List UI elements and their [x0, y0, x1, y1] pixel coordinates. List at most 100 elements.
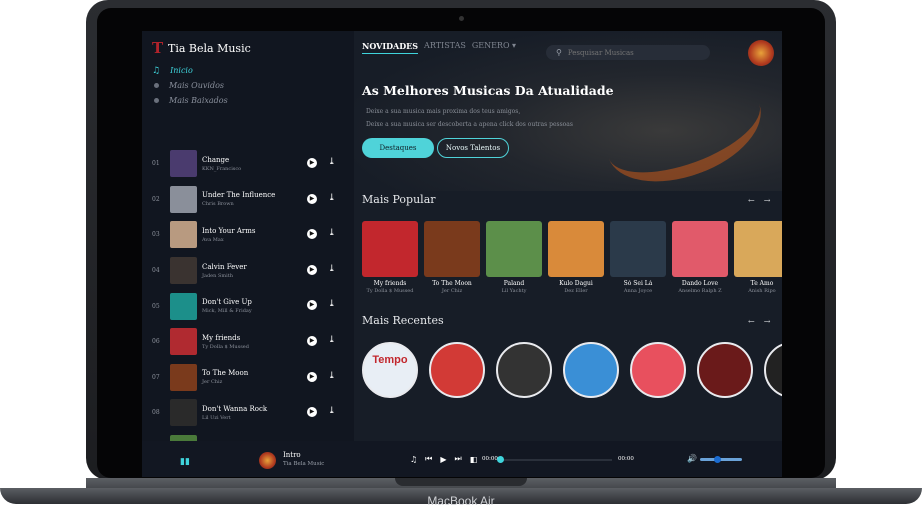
destaques-button[interactable]: Destaques	[362, 138, 434, 158]
play-icon[interactable]: ▶	[307, 264, 317, 275]
album-cover	[424, 221, 480, 277]
download-icon[interactable]: ⤓	[328, 406, 336, 416]
app-window: T Tia Bela Music ♫ Inicio Mais Ouvidos M…	[142, 31, 782, 477]
recent-album-circle[interactable]: Tempo	[362, 342, 418, 398]
track-cover	[170, 328, 197, 356]
album-name: Kulo Dagui	[559, 280, 593, 287]
track-row[interactable]: 03 Into Your Arms Ava Max ▶ ⤓	[152, 217, 352, 253]
track-row[interactable]: 01 Change KKN_Francisco ▶ ⤓	[152, 146, 352, 182]
section-title-popular: Mais Popular	[362, 193, 436, 206]
recent-album-circle[interactable]	[630, 342, 686, 398]
album-artist: Ty Dolla $ Mussed	[366, 288, 414, 294]
track-cover	[170, 363, 197, 391]
track-title: Into Your Arms	[202, 226, 256, 235]
sidebar: T Tia Bela Music ♫ Inicio Mais Ouvidos M…	[142, 31, 354, 463]
equalizer-icon[interactable]: ▮▮	[180, 457, 190, 467]
play-icon[interactable]: ▶	[307, 371, 317, 382]
recent-album-circle[interactable]	[429, 342, 485, 398]
nav-item-inicio[interactable]: ♫ Inicio	[152, 63, 228, 78]
album-name: To The Moon	[432, 280, 472, 287]
track-cover	[170, 257, 197, 285]
play-icon[interactable]: ▶	[307, 193, 317, 204]
play-icon[interactable]: ▶	[307, 335, 317, 346]
progress-knob[interactable]	[497, 456, 504, 463]
arrow-left-icon[interactable]: ←	[748, 196, 755, 205]
recent-album-circle[interactable]	[764, 342, 782, 398]
arrow-right-icon[interactable]: →	[764, 196, 771, 205]
waveform-icon[interactable]: ◧	[470, 455, 478, 464]
novos-talentos-button[interactable]: Novos Talentos	[437, 138, 509, 158]
album-card[interactable]: Kulo Dagui Dez Eller	[548, 221, 604, 294]
player-cover	[259, 452, 276, 469]
download-icon[interactable]: ⤓	[328, 264, 336, 274]
skip-forward-icon[interactable]: ⏭	[455, 454, 462, 464]
recent-album-circle[interactable]	[697, 342, 753, 398]
play-icon[interactable]: ▶	[440, 455, 446, 464]
track-meta: Calvin Fever Jaden Smith	[202, 263, 302, 279]
arrow-right-icon[interactable]: →	[764, 317, 771, 326]
album-cover	[610, 221, 666, 277]
main-content: NOVIDADES ARTISTAS GENERO ▾ ⚲ As Melhore…	[354, 31, 782, 441]
album-artist: Dez Eller	[564, 288, 588, 294]
avatar[interactable]	[748, 40, 774, 66]
playlist-icon[interactable]: ♫	[410, 455, 417, 464]
track-artist: Ava Max	[202, 236, 224, 243]
tab-artistas[interactable]: ARTISTAS	[424, 41, 466, 54]
progress-bar[interactable]	[497, 456, 612, 463]
track-title: Don't Wanna Rock	[202, 404, 268, 413]
recentes-arrows: ← →	[748, 317, 770, 326]
time-total: 00:00	[618, 456, 634, 462]
download-icon[interactable]: ⤓	[328, 157, 336, 167]
track-row[interactable]: 07 To The Moon Jer Chiz ▶ ⤓	[152, 360, 352, 396]
track-row[interactable]: 08 Don't Wanna Rock Lil Uzi Vert ▶ ⤓	[152, 395, 352, 431]
recent-album-circle[interactable]	[563, 342, 619, 398]
play-icon[interactable]: ▶	[307, 229, 317, 240]
album-card[interactable]: Dando Love Anselmo Ralph Z	[672, 221, 728, 294]
arrow-left-icon[interactable]: ←	[748, 317, 755, 326]
download-icon[interactable]: ⤓	[328, 299, 336, 309]
brand-logo-icon: T	[152, 39, 164, 57]
volume-knob[interactable]	[713, 456, 721, 463]
track-meta: My friends Ty Dolla $ Mussed	[202, 334, 302, 350]
volume-icon[interactable]: 🔊	[687, 454, 697, 463]
track-row[interactable]: 05 Don't Give Up Mick, Mill & Friday ▶ ⤓	[152, 288, 352, 324]
play-icon[interactable]: ▶	[307, 158, 317, 168]
recentes-row: Tempo	[362, 342, 782, 398]
nav-item-mais-ouvidos[interactable]: Mais Ouvidos	[152, 78, 228, 93]
play-icon[interactable]: ▶	[307, 407, 317, 418]
tab-genero[interactable]: GENERO ▾	[472, 41, 516, 54]
device-label: MacBook Air	[427, 494, 495, 508]
download-icon[interactable]: ⤓	[328, 335, 336, 345]
track-list: 01 Change KKN_Francisco ▶ ⤓ 02 Under The …	[152, 146, 352, 466]
download-icon[interactable]: ⤓	[328, 193, 336, 203]
download-icon[interactable]: ⤓	[328, 228, 336, 238]
search-icon: ⚲	[556, 48, 562, 57]
download-icon[interactable]: ⤓	[328, 371, 336, 381]
dot-icon	[154, 83, 159, 88]
track-row[interactable]: 02 Under The Influence Chris Brown ▶ ⤓	[152, 182, 352, 218]
skip-back-icon[interactable]: ⏮	[425, 454, 432, 464]
album-card[interactable]: My friends Ty Dolla $ Mussed	[362, 221, 418, 294]
track-row[interactable]: 04 Calvin Fever Jaden Smith ▶ ⤓	[152, 253, 352, 289]
search-input[interactable]	[567, 48, 698, 57]
brand[interactable]: T Tia Bela Music	[152, 40, 251, 56]
tempo-label: Tempo	[372, 354, 408, 366]
album-card[interactable]: To The Moon Jer Chiz	[424, 221, 480, 294]
album-card[interactable]: Paland Lil Yachty	[486, 221, 542, 294]
track-row[interactable]: 06 My friends Ty Dolla $ Mussed ▶ ⤓	[152, 324, 352, 360]
album-cover	[362, 221, 418, 277]
play-icon[interactable]: ▶	[307, 300, 317, 311]
album-card[interactable]: Te Amo Anish Ripo	[734, 221, 782, 294]
dot-icon	[154, 98, 159, 103]
sidebar-nav: ♫ Inicio Mais Ouvidos Mais Baixados	[152, 63, 228, 108]
album-name: Só Sei Lá	[623, 280, 653, 287]
album-artist: Lil Yachty	[501, 288, 527, 294]
album-name: My friends	[373, 280, 407, 287]
recent-album-circle[interactable]	[496, 342, 552, 398]
album-card[interactable]: Só Sei Lá Anna Joyce	[610, 221, 666, 294]
nav-item-label: Mais Ouvidos	[169, 81, 224, 90]
base-notch	[395, 478, 527, 486]
tab-novidades[interactable]: NOVIDADES	[362, 41, 419, 54]
nav-item-mais-baixados[interactable]: Mais Baixados	[152, 93, 228, 108]
volume-slider[interactable]	[700, 456, 742, 463]
